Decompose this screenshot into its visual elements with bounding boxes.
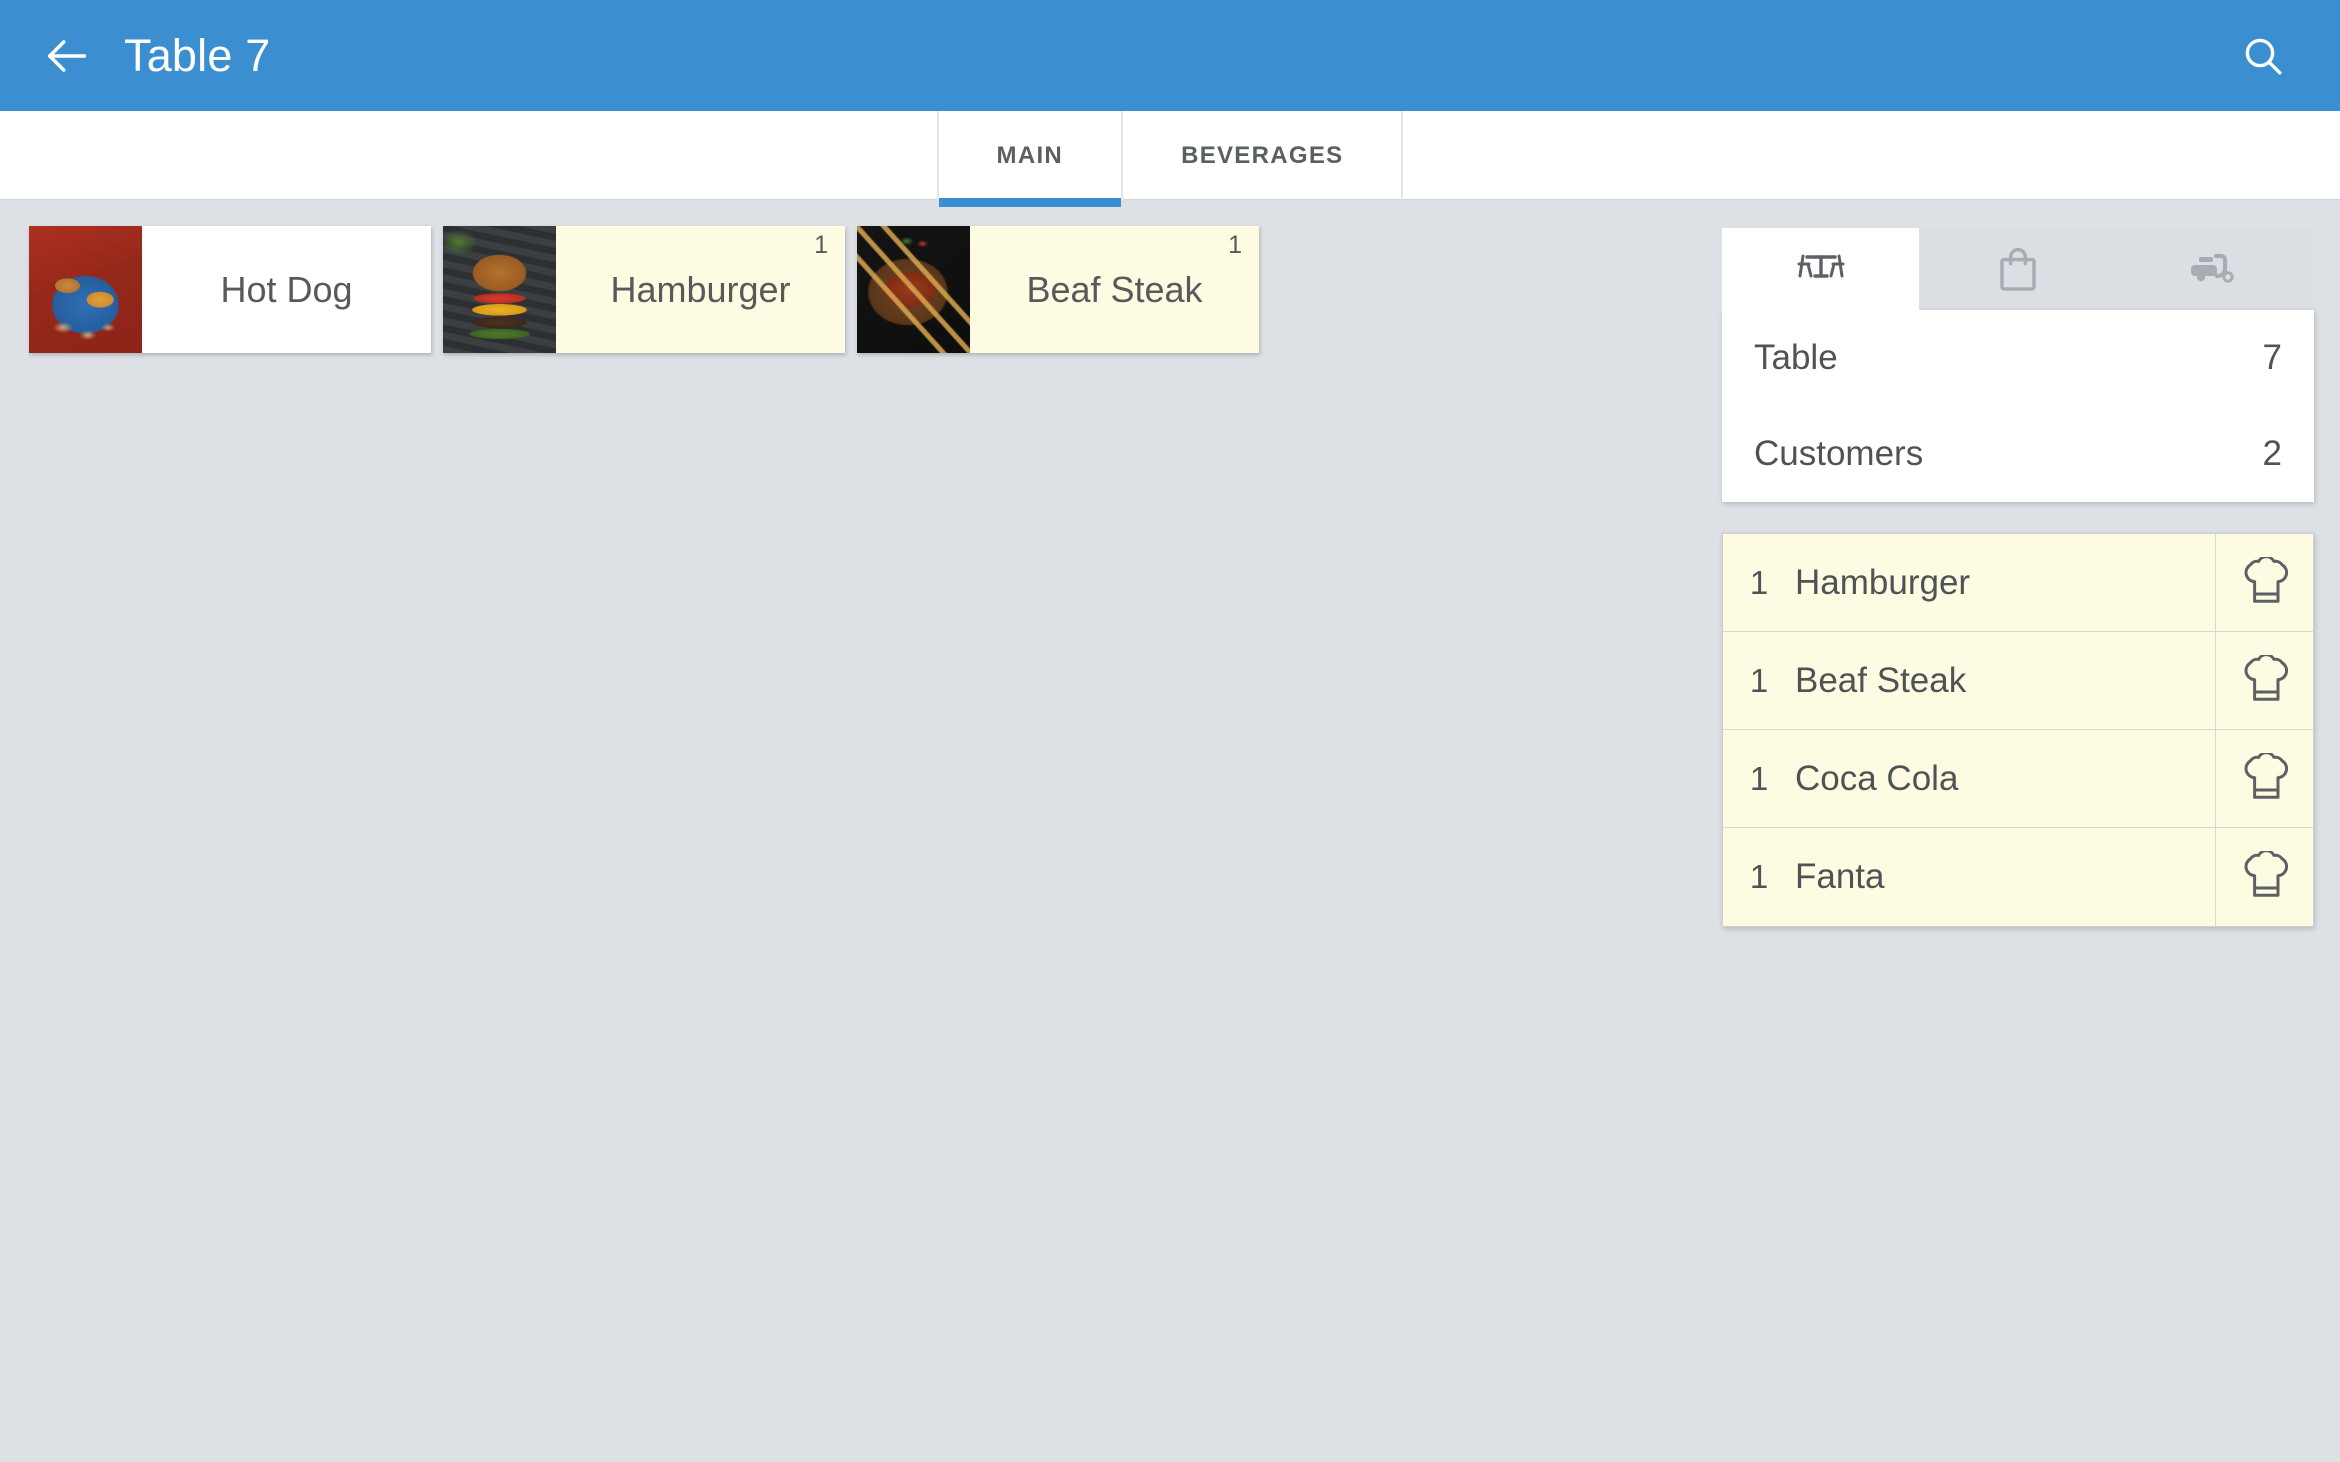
- order-item-kitchen-button[interactable]: [2215, 828, 2313, 926]
- search-button[interactable]: [2232, 25, 2294, 87]
- info-value: 2: [2262, 434, 2282, 473]
- category-tab-bar: MAIN BEVERAGES: [0, 111, 2340, 207]
- product-card-body: Hamburger 1: [556, 226, 845, 353]
- chef-hat-icon: [2244, 556, 2288, 603]
- chef-hat-icon: [2244, 851, 2288, 897]
- order-list-item[interactable]: 1 Beaf Steak: [1723, 631, 2313, 730]
- order-item-kitchen-button[interactable]: [2215, 729, 2313, 828]
- tab-beverages-label: BEVERAGES: [1181, 141, 1344, 169]
- takeaway-bag-icon: [2000, 248, 2036, 291]
- product-qty-badge: 1: [1228, 231, 1242, 259]
- info-label: Table: [1754, 338, 1838, 377]
- order-mode-takeaway[interactable]: [1919, 228, 2116, 310]
- order-item-name: Beaf Steak: [1795, 660, 1967, 700]
- order-list-item[interactable]: 1 Fanta: [1723, 828, 2313, 926]
- order-mode-delivery[interactable]: [2117, 228, 2314, 310]
- order-item-qty: 1: [1749, 563, 1769, 601]
- tab-main[interactable]: MAIN: [936, 111, 1124, 207]
- order-item-list: 1 Hamburger 1 Beaf Steak 1 Coca Cola 1 F…: [1722, 533, 2314, 927]
- order-mode-tab-bar: [1722, 228, 2314, 310]
- product-row: Hot Dog Hamburger 1 Beaf Steak 1: [29, 226, 1700, 353]
- order-item-qty: 1: [1749, 661, 1769, 699]
- product-name: Hamburger: [610, 268, 791, 310]
- order-item-kitchen-button[interactable]: [2215, 533, 2313, 632]
- product-qty-badge: 1: [814, 231, 828, 259]
- delivery-scooter-icon: [2191, 253, 2235, 283]
- order-item-name: Coca Cola: [1795, 758, 1959, 798]
- order-panel: Table 7 Customers 2 1 Hamburger 1 Beaf S…: [1722, 228, 2314, 927]
- order-item-qty: 1: [1749, 759, 1769, 797]
- product-card-beaf-steak[interactable]: Beaf Steak 1: [857, 226, 1259, 353]
- info-value: 7: [2262, 338, 2282, 377]
- hotdog-photo: [29, 226, 142, 353]
- back-button[interactable]: [36, 25, 98, 87]
- order-info-card: Table 7 Customers 2: [1722, 310, 2314, 502]
- hamburger-photo: [443, 226, 556, 353]
- info-row-table[interactable]: Table 7: [1754, 310, 2282, 406]
- product-name: Beaf Steak: [1026, 268, 1203, 310]
- order-item-name: Fanta: [1795, 857, 1885, 896]
- product-card-body: Beaf Steak 1: [970, 226, 1259, 353]
- app-bar: Table 7: [0, 0, 2340, 111]
- product-card-hamburger[interactable]: Hamburger 1: [443, 226, 845, 353]
- chef-hat-icon: [2244, 654, 2288, 701]
- search-icon: [2245, 38, 2282, 74]
- order-item-qty: 1: [1749, 858, 1769, 895]
- arrow-left-icon: [47, 39, 87, 72]
- order-list-item[interactable]: 1 Coca Cola: [1723, 729, 2313, 828]
- order-item-name: Hamburger: [1795, 562, 1971, 602]
- dine-in-table-icon: [1797, 254, 1845, 278]
- order-mode-dine-in[interactable]: [1722, 228, 1920, 310]
- order-item-kitchen-button[interactable]: [2215, 631, 2313, 730]
- tab-beverages[interactable]: BEVERAGES: [1123, 111, 1404, 200]
- product-card-body: Hot Dog: [142, 226, 431, 353]
- steak-photo: [857, 226, 970, 353]
- page-title: Table 7: [124, 29, 271, 81]
- chef-hat-icon: [2244, 752, 2288, 799]
- product-grid: Hot Dog Hamburger 1 Beaf Steak 1: [0, 200, 1700, 1462]
- info-label: Customers: [1754, 434, 1924, 473]
- product-card-hot-dog[interactable]: Hot Dog: [29, 226, 431, 353]
- tab-main-label: MAIN: [996, 141, 1064, 169]
- order-list-item[interactable]: 1 Hamburger: [1723, 533, 2313, 632]
- info-row-customers[interactable]: Customers 2: [1754, 406, 2282, 502]
- product-name: Hot Dog: [220, 268, 353, 310]
